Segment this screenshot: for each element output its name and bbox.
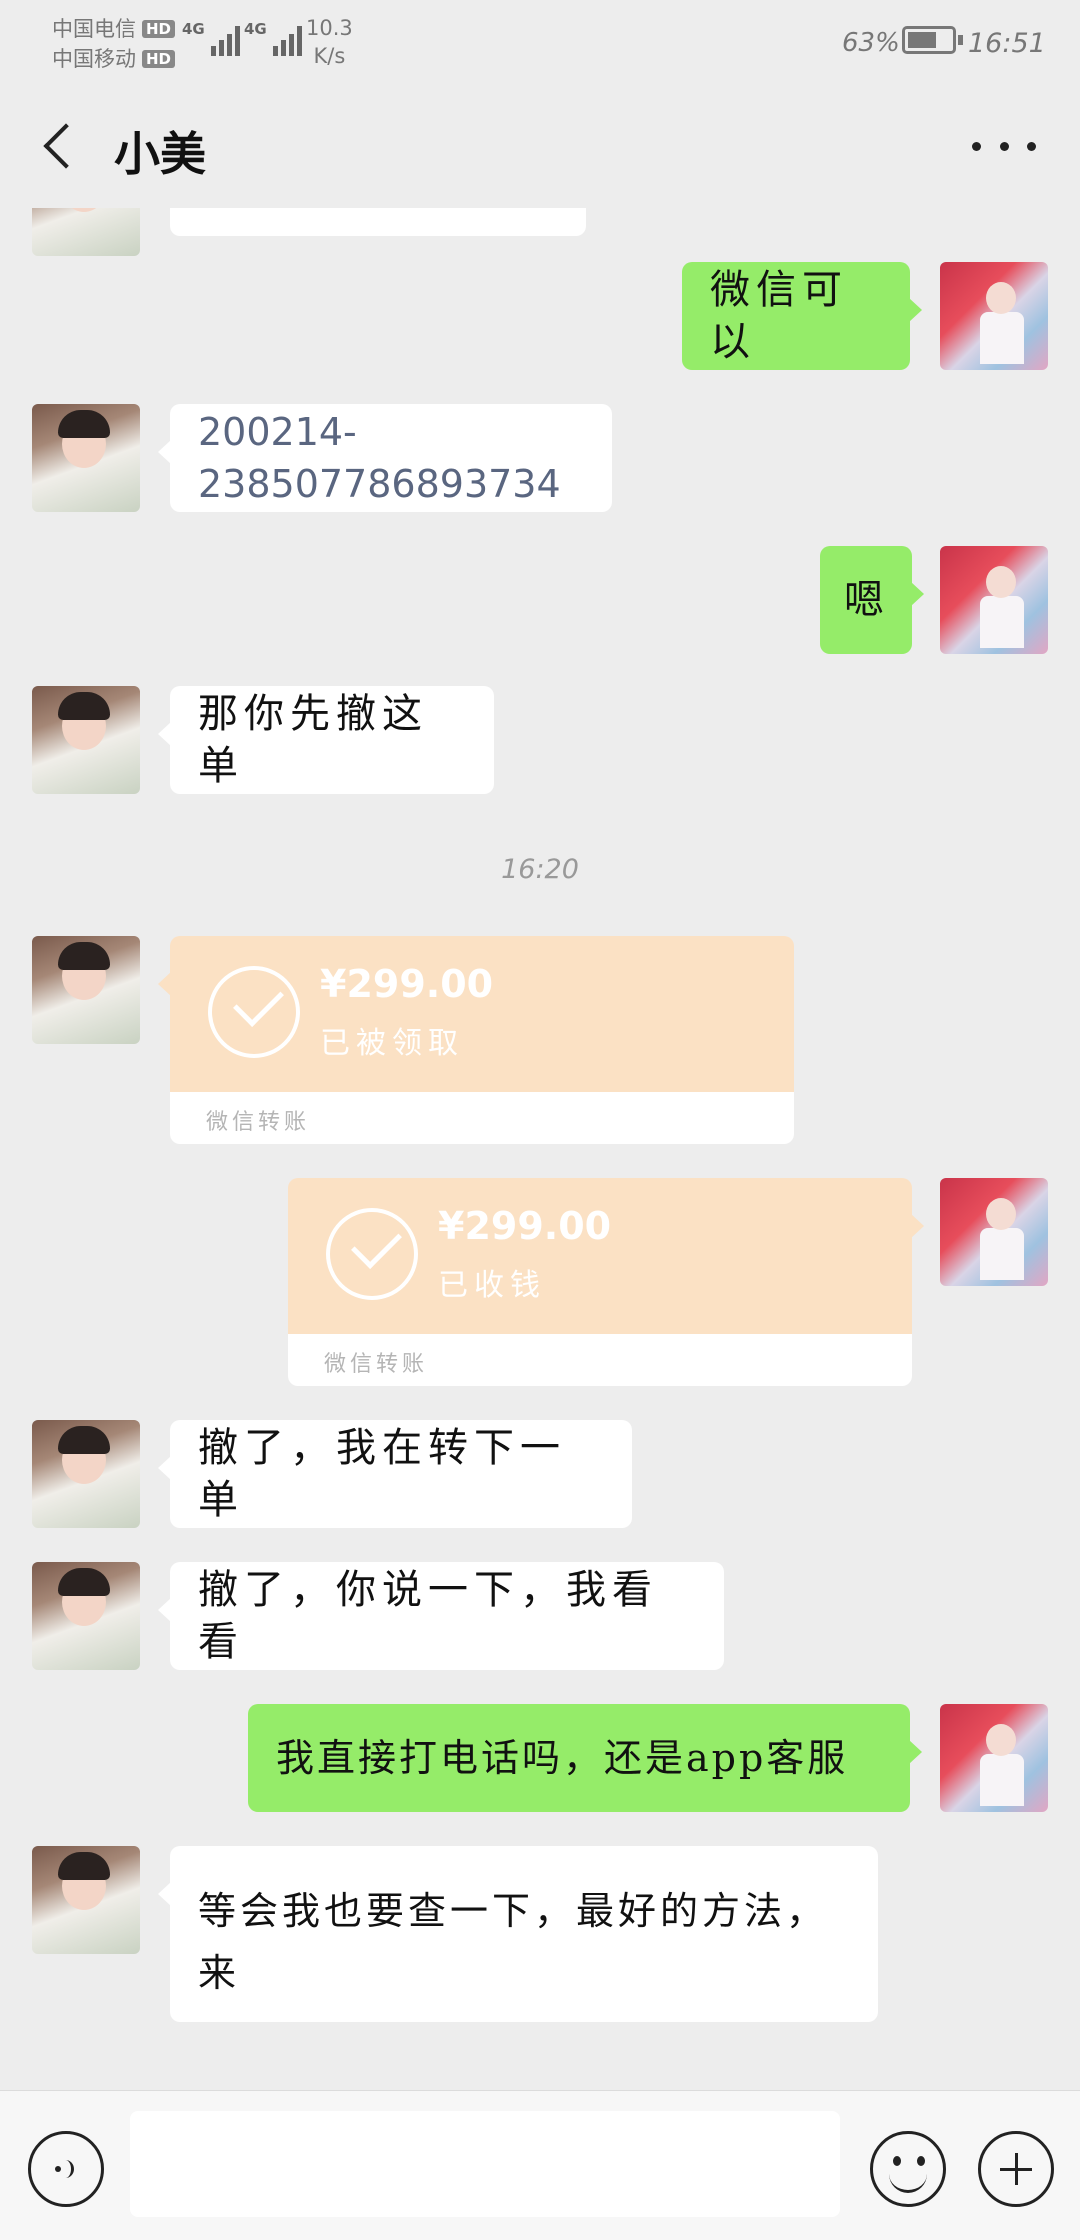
my-avatar[interactable]	[940, 1704, 1048, 1812]
transfer-label: 微信转账	[206, 1110, 311, 1135]
message-bubble-received[interactable]: 等会我也要查一下，最好的方法，来	[158, 1846, 878, 2022]
my-avatar[interactable]	[940, 546, 1048, 654]
chat-header: 小美	[0, 90, 1080, 208]
hd-badge: HD	[142, 20, 176, 38]
status-bar: 中国电信 HD 中国移动 HD 4G 4G 10.3 K/s 63% 16:51	[0, 0, 1080, 90]
message-bubble-received[interactable]: 那你先撤这单	[158, 686, 494, 794]
plus-icon[interactable]	[978, 2131, 1054, 2207]
back-button[interactable]	[30, 118, 90, 178]
contact-avatar[interactable]	[32, 1420, 140, 1528]
emoji-icon[interactable]	[870, 2131, 946, 2207]
hd-badge: HD	[142, 50, 176, 68]
carrier-info: 中国电信 HD 中国移动 HD	[52, 14, 176, 74]
message-bubble-partial[interactable]	[170, 208, 586, 236]
signal-icon: 4G	[182, 20, 240, 56]
message-list[interactable]: 微信可以 200214-238507786893734 嗯 那你先撤这单 16:…	[0, 208, 1080, 2090]
battery-icon	[902, 26, 963, 54]
my-avatar[interactable]	[940, 1178, 1048, 1286]
transfer-amount: ¥299.00	[320, 962, 494, 1006]
message-bubble-sent[interactable]: 嗯	[820, 546, 924, 654]
contact-avatar[interactable]	[32, 936, 140, 1044]
my-avatar[interactable]	[940, 262, 1048, 370]
contact-avatar[interactable]	[32, 686, 140, 794]
contact-avatar[interactable]	[32, 1846, 140, 1954]
transfer-card-received[interactable]: ¥299.00 已被领取 微信转账	[158, 936, 794, 1144]
transfer-label: 微信转账	[324, 1352, 429, 1377]
message-bubble-received[interactable]: 撤了，你说一下，我看看	[158, 1562, 724, 1670]
clock: 16:51	[968, 28, 1046, 59]
voice-input-icon[interactable]	[28, 2131, 104, 2207]
more-options-button[interactable]	[972, 126, 1036, 166]
signal-icon: 4G	[244, 20, 302, 56]
message-bubble-received[interactable]: 撤了，我在转下一单	[158, 1420, 632, 1528]
transfer-status: 已收钱	[438, 1268, 546, 1303]
contact-avatar[interactable]	[32, 404, 140, 512]
transfer-amount: ¥299.00	[438, 1204, 612, 1248]
check-icon	[326, 1208, 418, 1300]
chat-title: 小美	[114, 127, 206, 181]
network-speed: 10.3 K/s	[306, 16, 353, 68]
input-bar	[0, 2090, 1080, 2240]
transfer-card-sent[interactable]: ¥299.00 已收钱 微信转账	[288, 1178, 924, 1386]
transfer-status: 已被领取	[320, 1026, 464, 1061]
carrier-1: 中国电信	[52, 17, 136, 41]
carrier-2: 中国移动	[52, 47, 136, 71]
check-icon	[208, 966, 300, 1058]
contact-avatar[interactable]	[32, 1562, 140, 1670]
timestamp: 16:20	[501, 854, 579, 885]
message-input[interactable]	[130, 2111, 840, 2217]
contact-avatar[interactable]	[32, 208, 140, 256]
message-bubble-received[interactable]: 200214-238507786893734	[158, 404, 612, 512]
battery-percent: 63%	[842, 28, 900, 58]
message-bubble-sent[interactable]: 我直接打电话吗，还是app客服	[248, 1704, 922, 1812]
message-bubble-sent[interactable]: 微信可以	[682, 262, 922, 370]
